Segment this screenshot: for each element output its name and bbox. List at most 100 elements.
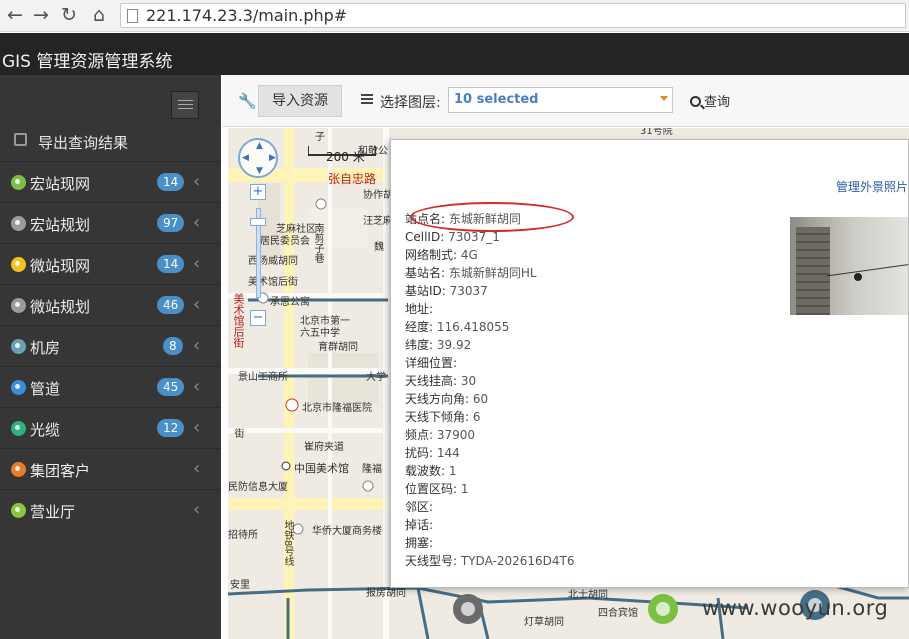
layer-select-value: 10 selected bbox=[454, 92, 539, 107]
attribute-list: 站点名: 东城新鲜胡同 CellID: 73037_1 网络制式: 4G 基站名: 东… bbox=[405, 210, 575, 570]
chevron-left-icon[interactable]: ‹ bbox=[193, 253, 200, 274]
export-results-label: 导出查询结果 bbox=[38, 134, 129, 152]
attribute-key: 拥塞 bbox=[405, 536, 430, 550]
attribute-value: 30 bbox=[460, 374, 477, 388]
attribute-key: 扰码 bbox=[405, 446, 430, 460]
attribute-row: 拥塞: bbox=[405, 536, 434, 550]
station-photo[interactable] bbox=[790, 217, 908, 315]
sidebar-item-7[interactable]: 集团客户 ‹ bbox=[0, 448, 221, 489]
pan-left-icon[interactable]: ◀ bbox=[242, 153, 249, 163]
attribute-value: 1 bbox=[460, 482, 469, 496]
map-label-minfang: 民防信息大厦 bbox=[228, 482, 288, 493]
attribute-value: 60 bbox=[472, 392, 489, 406]
save-icon bbox=[14, 133, 27, 146]
sidebar-item-1[interactable]: 宏站规划 97 ‹ bbox=[0, 202, 221, 243]
attribute-row: 天线型号: TYDA-202616D4T6 bbox=[405, 554, 575, 568]
chevron-left-icon[interactable]: ‹ bbox=[193, 294, 200, 315]
micro-station-marker[interactable] bbox=[453, 594, 483, 624]
pan-up-icon[interactable]: ▲ bbox=[256, 141, 263, 151]
sidebar: 导出查询结果 宏站现网 14 ‹ 宏站规划 97 ‹ 微站现网 14 ‹ 微站规划 46 ‹ 机房 8 ‹ 管… bbox=[0, 75, 221, 639]
pan-right-icon[interactable]: ▶ bbox=[269, 153, 276, 163]
address-bar[interactable]: 221.174.23.3/main.php# bbox=[120, 3, 906, 28]
layer-select-label: 选择图层: bbox=[380, 95, 441, 111]
forward-arrow-icon[interactable]: → bbox=[30, 4, 52, 26]
attribute-row: 扰码: 144 bbox=[405, 446, 460, 460]
count-badge: 14 bbox=[157, 255, 185, 273]
pan-control[interactable]: ▲ ▼ ◀ ▶ bbox=[238, 138, 278, 178]
chevron-left-icon[interactable]: ‹ bbox=[193, 458, 200, 479]
map-label-wangzhi: 汪芝麻 bbox=[363, 216, 393, 227]
map-label-chengen: 承恩公寓 bbox=[270, 297, 310, 308]
sidebar-item-6[interactable]: 光缆 12 ‹ bbox=[0, 407, 221, 448]
layer-type-icon bbox=[11, 421, 26, 436]
zoom-in-button[interactable]: + bbox=[250, 184, 266, 200]
attribute-row: 经度: 116.418055 bbox=[405, 320, 510, 334]
attribute-key: 掉话 bbox=[405, 518, 430, 532]
sidebar-item-label: 微站现网 bbox=[30, 257, 91, 275]
chevron-left-icon[interactable]: ‹ bbox=[193, 335, 200, 356]
attribute-row: 详细位置: bbox=[405, 356, 458, 370]
app-header: GIS 管理资源管理系统 bbox=[0, 33, 909, 75]
attribute-value: 73037 bbox=[449, 284, 488, 298]
sidebar-toggle-button[interactable] bbox=[171, 91, 199, 119]
sidebar-item-8[interactable]: 营业厅 ‹ bbox=[0, 489, 221, 530]
sidebar-item-4[interactable]: 机房 8 ‹ bbox=[0, 325, 221, 366]
attribute-key: 网络制式 bbox=[405, 248, 454, 262]
search-icon bbox=[690, 96, 701, 107]
attribute-value: 116.418055 bbox=[436, 320, 510, 334]
attribute-value: 4G bbox=[460, 248, 478, 262]
map-label-daxue: 大学 bbox=[366, 372, 386, 383]
attribute-key: 天线方向角 bbox=[405, 392, 466, 406]
attribute-value: 144 bbox=[436, 446, 460, 460]
reload-icon[interactable]: ↻ bbox=[58, 4, 80, 26]
pan-down-icon[interactable]: ▼ bbox=[256, 166, 263, 176]
sidebar-item-label: 集团客户 bbox=[30, 462, 91, 480]
manage-photos-link[interactable]: 管理外景照片 bbox=[836, 178, 908, 195]
sidebar-item-3[interactable]: 微站规划 46 ‹ bbox=[0, 284, 221, 325]
sidebar-item-2[interactable]: 微站现网 14 ‹ bbox=[0, 243, 221, 284]
macro-station-marker[interactable] bbox=[648, 594, 678, 624]
attribute-row: 频点: 37900 bbox=[405, 428, 476, 442]
layer-type-icon bbox=[11, 257, 26, 272]
zoom-slider-handle[interactable] bbox=[250, 218, 266, 226]
map-label-residents: 居民委员会 bbox=[260, 236, 310, 247]
query-label: 查询 bbox=[704, 95, 731, 110]
map-label-zhangzizhong: 张自忠路 bbox=[328, 172, 377, 186]
url-text[interactable]: 221.174.23.3/main.php# bbox=[146, 6, 347, 25]
layer-select[interactable]: 10 selected bbox=[448, 87, 673, 113]
zoom-out-button[interactable]: − bbox=[250, 310, 266, 326]
attribute-value: 6 bbox=[472, 410, 481, 424]
attribute-key: 基站ID bbox=[405, 284, 442, 298]
attribute-key: 纬度 bbox=[405, 338, 430, 352]
map-label-jingshan: 景山工商所 bbox=[238, 372, 288, 383]
chevron-left-icon[interactable]: ‹ bbox=[193, 171, 200, 192]
layer-type-icon bbox=[11, 503, 26, 518]
attribute-row: 基站名: 东城新鲜胡同HL bbox=[405, 266, 537, 280]
map-label-meishuguan: 中国美术馆 bbox=[294, 462, 349, 475]
export-results-item[interactable]: 导出查询结果 bbox=[0, 120, 221, 161]
sidebar-item-label: 宏站现网 bbox=[30, 175, 91, 193]
sidebar-item-0[interactable]: 宏站现网 14 ‹ bbox=[0, 161, 221, 202]
back-arrow-icon[interactable]: ← bbox=[4, 4, 26, 26]
attribute-row: 纬度: 39.92 bbox=[405, 338, 472, 352]
map-label-line8: 地铁8号线 bbox=[282, 520, 293, 567]
layer-type-icon bbox=[11, 462, 26, 477]
chevron-left-icon[interactable]: ‹ bbox=[193, 417, 200, 438]
sidebar-item-label: 宏站规划 bbox=[30, 216, 91, 234]
query-button[interactable]: 查询 bbox=[690, 91, 730, 110]
chevron-left-icon[interactable]: ‹ bbox=[193, 376, 200, 397]
home-icon[interactable]: ⌂ bbox=[88, 4, 110, 26]
import-resource-button[interactable]: 导入资源 bbox=[258, 85, 342, 117]
watermark: www.wooyun.org bbox=[702, 596, 889, 620]
map-label-school2: 六五中学 bbox=[300, 328, 340, 339]
chevron-left-icon[interactable]: ‹ bbox=[193, 212, 200, 233]
station-info-popup: 管理外景照片 站点名: 东城新鲜胡同 CellID: 73037_1 网络制式: 4… bbox=[390, 139, 909, 588]
attribute-value: 73037_1 bbox=[448, 230, 500, 244]
sidebar-item-label: 微站规划 bbox=[30, 298, 91, 316]
map-toolbar: 🔧 导入资源 选择图层: 10 selected 查询 bbox=[222, 75, 909, 127]
chevron-left-icon[interactable]: ‹ bbox=[193, 499, 200, 520]
attribute-key: 载波数 bbox=[405, 464, 442, 478]
sidebar-item-5[interactable]: 管道 45 ‹ bbox=[0, 366, 221, 407]
map-label-xiehe: 协作胡 bbox=[363, 190, 393, 201]
map-label-zi: 子 bbox=[315, 132, 325, 143]
